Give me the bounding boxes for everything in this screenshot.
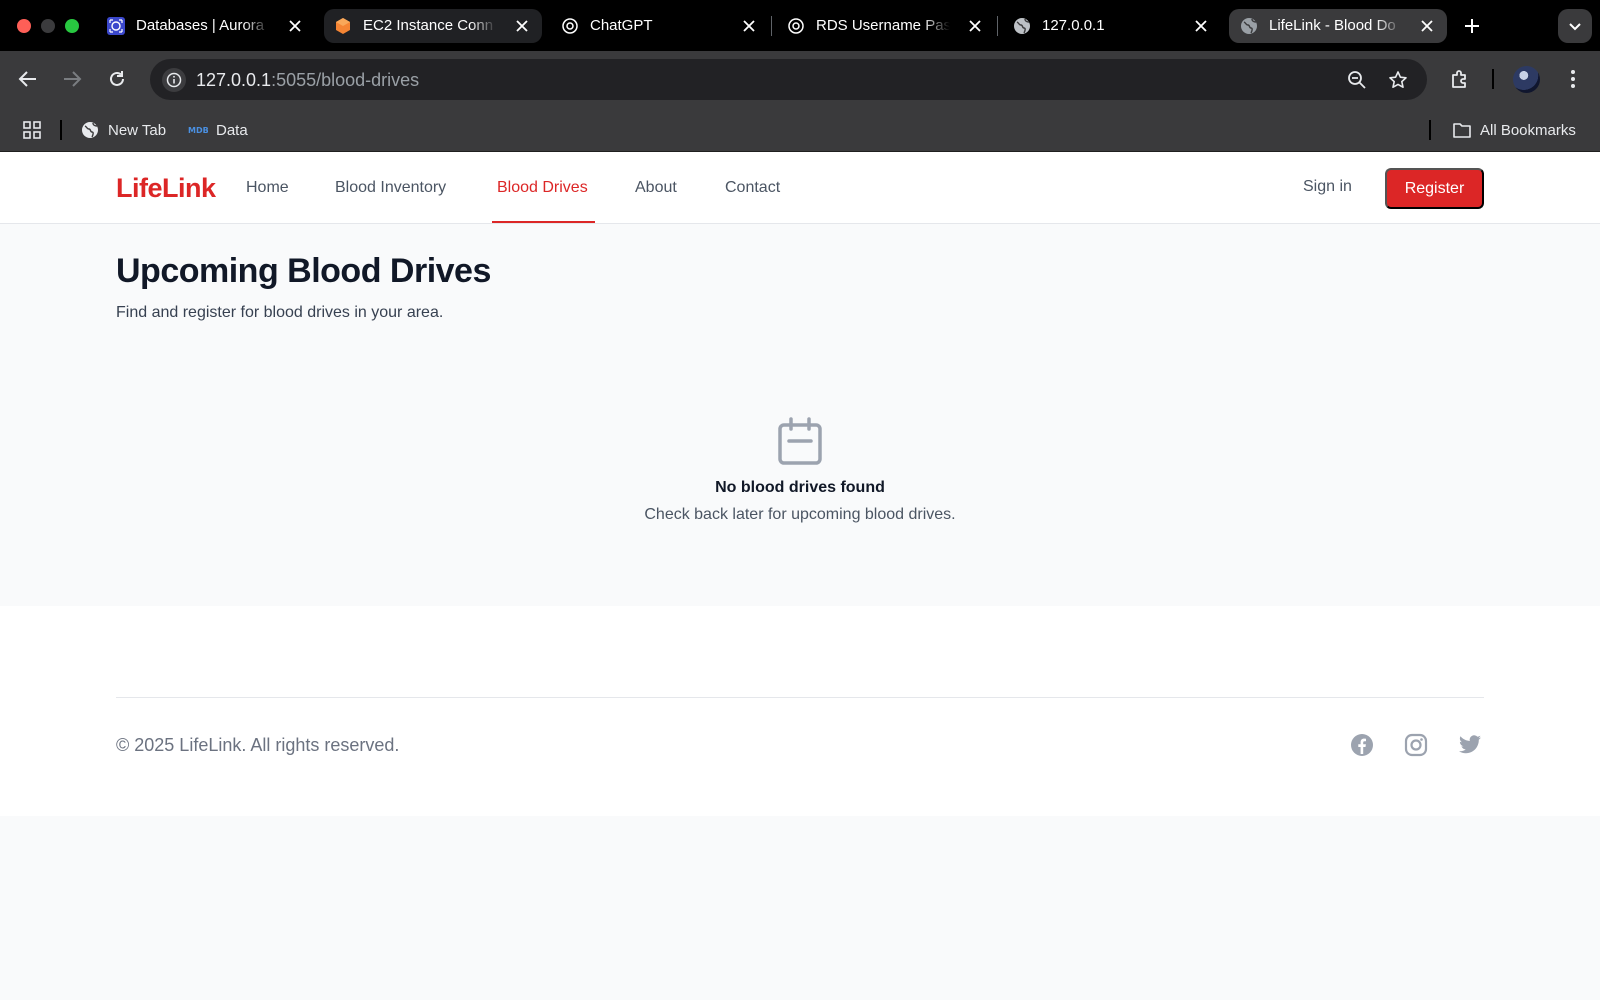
site-info-icon[interactable]	[162, 68, 186, 92]
aws-ec2-icon	[334, 17, 352, 35]
menu-kebab-icon[interactable]	[1559, 65, 1587, 93]
globe-icon	[1013, 17, 1031, 35]
svg-text:MDB: MDB	[188, 126, 208, 135]
browser-tab-active[interactable]: LifeLink - Blood Do	[1229, 9, 1447, 43]
nav-blood-drives[interactable]: Blood Drives	[497, 152, 588, 224]
copyright-text: © 2025 LifeLink. All rights reserved.	[116, 735, 400, 755]
page-subtitle: Find and register for blood drives in yo…	[116, 304, 444, 321]
close-tab-icon[interactable]	[1417, 16, 1437, 36]
nav-contact[interactable]: Contact	[725, 152, 780, 224]
address-bar[interactable]: 127.0.0.1:5055/blood-drives	[150, 59, 1427, 100]
bookmark-data[interactable]: MDB Data	[188, 119, 248, 141]
profile-avatar[interactable]	[1513, 66, 1540, 93]
site-header: LifeLink Home Blood Inventory Blood Driv…	[0, 152, 1600, 224]
openai-icon	[561, 17, 579, 35]
browser-tab[interactable]: 127.0.0.1	[1013, 9, 1211, 43]
facebook-icon[interactable]	[1349, 732, 1375, 758]
browser-tab-bar: Databases | Aurora EC2 Instance Conn Cha…	[0, 0, 1600, 51]
active-nav-indicator	[492, 221, 595, 223]
globe-icon	[80, 120, 100, 140]
apps-grid-icon[interactable]	[22, 119, 42, 141]
calendar-icon	[775, 417, 825, 467]
page-title: Upcoming Blood Drives	[116, 252, 491, 290]
instagram-icon[interactable]	[1403, 732, 1429, 758]
tab-title: RDS Username Pas	[816, 17, 950, 34]
register-button[interactable]: Register	[1385, 168, 1484, 209]
close-tab-icon[interactable]	[965, 16, 985, 36]
tab-title: EC2 Instance Conn	[363, 17, 494, 34]
footer-divider	[116, 697, 1484, 698]
all-bookmarks-button[interactable]: All Bookmarks	[1452, 119, 1576, 141]
extensions-icon[interactable]	[1446, 65, 1474, 93]
openai-icon	[787, 17, 805, 35]
close-tab-icon[interactable]	[1191, 16, 1211, 36]
minimize-window-button[interactable]	[41, 19, 55, 33]
nav-about[interactable]: About	[635, 152, 677, 224]
close-tab-icon[interactable]	[739, 16, 759, 36]
new-tab-button[interactable]	[1460, 14, 1484, 38]
empty-state-subtitle: Check back later for upcoming blood driv…	[644, 506, 956, 523]
tab-title: ChatGPT	[590, 17, 653, 34]
folder-icon	[1452, 120, 1472, 140]
close-tab-icon[interactable]	[285, 16, 305, 36]
site-logo[interactable]: LifeLink	[116, 170, 216, 206]
nav-blood-inventory[interactable]: Blood Inventory	[335, 152, 446, 224]
browser-tab[interactable]: EC2 Instance Conn	[324, 9, 542, 43]
url-text[interactable]: 127.0.0.1:5055/blood-drives	[196, 70, 419, 90]
bookmark-star-icon[interactable]	[1386, 68, 1410, 92]
reload-button[interactable]	[103, 65, 131, 93]
close-tab-icon[interactable]	[512, 16, 532, 36]
zoom-icon[interactable]	[1345, 68, 1369, 92]
back-button[interactable]	[14, 65, 42, 93]
browser-tab[interactable]: Databases | Aurora	[107, 9, 305, 43]
bookmark-new-tab[interactable]: New Tab	[80, 119, 166, 141]
aws-rds-icon	[107, 17, 125, 35]
empty-state-title: No blood drives found	[715, 479, 885, 496]
sign-in-link[interactable]: Sign in	[1303, 176, 1352, 198]
bookmarks-bar: New Tab MDB Data All Bookmarks	[0, 108, 1600, 152]
twitter-icon[interactable]	[1457, 732, 1483, 758]
browser-tab[interactable]: ChatGPT	[561, 9, 759, 43]
forward-button[interactable]	[58, 65, 86, 93]
nav-home[interactable]: Home	[246, 152, 289, 224]
page-content: LifeLink Home Blood Inventory Blood Driv…	[0, 152, 1600, 1000]
close-window-button[interactable]	[17, 19, 31, 33]
tab-title: 127.0.0.1	[1042, 17, 1105, 34]
tab-title: LifeLink - Blood Do	[1269, 17, 1396, 34]
tab-title: Databases | Aurora	[136, 17, 265, 34]
globe-icon	[1240, 17, 1258, 35]
browser-tab[interactable]: RDS Username Pas	[787, 9, 985, 43]
mdb-icon: MDB	[188, 120, 208, 140]
maximize-window-button[interactable]	[65, 19, 79, 33]
tab-search-button[interactable]	[1558, 9, 1592, 43]
browser-toolbar: 127.0.0.1:5055/blood-drives	[0, 51, 1600, 108]
site-footer: © 2025 LifeLink. All rights reserved.	[0, 606, 1600, 816]
